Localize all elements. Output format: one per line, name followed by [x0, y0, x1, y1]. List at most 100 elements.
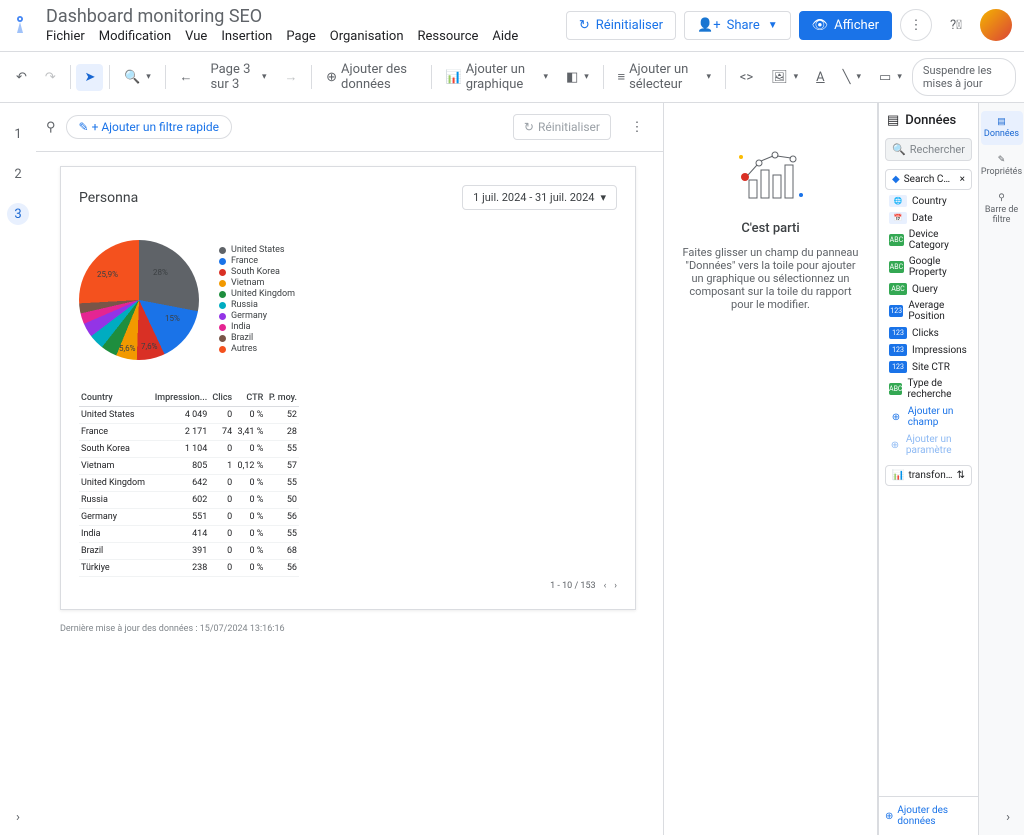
field-item[interactable]: 123Average Position [885, 298, 972, 324]
looker-studio-logo[interactable] [12, 13, 36, 37]
add-selector-button[interactable]: ≡ Ajouter un sélecteur▾ [609, 56, 719, 98]
suspend-updates-button[interactable]: Suspendre les mises à jour [912, 58, 1016, 96]
data-panel-icon: ▤ [887, 113, 899, 128]
line-button[interactable]: ╲▾ [835, 64, 869, 91]
field-item[interactable]: ABCGoogle Property [885, 254, 972, 280]
data-panel: ▤ Données 🔍 Rechercher ◆Search Console ht… [878, 103, 978, 835]
prev-page[interactable]: ← [171, 63, 200, 91]
share-button[interactable]: 👤+Share▼ [684, 11, 791, 40]
zoom-tool[interactable]: 🔍▾ [116, 64, 159, 91]
reset-button[interactable]: ↻Réinitialiser [566, 11, 676, 40]
side-tab-data[interactable]: ▤Données [981, 111, 1023, 145]
add-param[interactable]: ⊕Ajouter un paramètre [885, 432, 972, 458]
image-button[interactable]: 🖼▾ [763, 64, 806, 91]
add-data-button[interactable]: ⊕ Ajouter des données [318, 56, 425, 98]
pointer-tool[interactable]: ➤ [76, 64, 103, 91]
legend-item[interactable]: South Korea [219, 267, 295, 277]
legend-item[interactable]: Autres [219, 344, 295, 354]
shape-button[interactable]: ▭▾ [871, 64, 910, 91]
intro-body: Faites glisser un champ du panneau "Donn… [680, 246, 861, 311]
page-thumbnails: 1 2 3 › [0, 103, 36, 835]
field-item[interactable]: 123Site CTR [885, 359, 972, 375]
report-canvas[interactable]: Personna 1 juil. 2024 - 31 juil. 2024▾ 2… [60, 166, 636, 610]
chart-legend: United StatesFranceSouth KoreaVietnamUni… [219, 245, 295, 355]
page-tab-1[interactable]: 1 [7, 123, 29, 145]
filter-icon[interactable]: ⚲ [46, 120, 56, 135]
table-row[interactable]: United Kingdom64200 %55 [79, 475, 299, 492]
page-indicator[interactable]: Page 3 sur 3▾ [202, 56, 274, 98]
field-item[interactable]: ABCQuery [885, 281, 972, 297]
table-row[interactable]: France2 171743,41 %28 [79, 424, 299, 441]
data-panel-title: Données [905, 113, 956, 128]
field-item[interactable]: 🌐Country [885, 193, 972, 209]
community-viz-button[interactable]: ◧▾ [558, 64, 597, 91]
data-search[interactable]: 🔍 Rechercher [885, 138, 972, 161]
table-row[interactable]: Germany55100 %56 [79, 509, 299, 526]
menu-insertion[interactable]: Insertion [221, 29, 272, 44]
data-table[interactable]: CountryImpression...ClicsCTRP. moy. Unit… [79, 390, 299, 577]
legend-item[interactable]: Germany [219, 311, 295, 321]
table-row[interactable]: South Korea1 10400 %55 [79, 441, 299, 458]
reset-filters-button[interactable]: ↻ Réinitialiser [513, 114, 611, 140]
page-tabs-expand[interactable]: › [16, 810, 20, 825]
field-item[interactable]: 123Impressions [885, 342, 972, 358]
text-button[interactable]: A [808, 64, 832, 91]
menu-vue[interactable]: Vue [185, 29, 207, 44]
table-row[interactable]: Türkiye23800 %56 [79, 560, 299, 577]
pie-label-vn: 5,6% [119, 344, 135, 353]
menu-ressource[interactable]: Ressource [418, 29, 479, 44]
help-icon[interactable]: ?⃝ [940, 9, 972, 41]
menu-modification[interactable]: Modification [99, 29, 171, 44]
side-tab-properties[interactable]: ✎Propriétés [981, 149, 1023, 183]
redo-button[interactable]: ↷ [37, 64, 64, 91]
user-avatar[interactable] [980, 9, 1012, 41]
pie-chart[interactable] [79, 240, 199, 360]
undo-button[interactable]: ↶ [8, 64, 35, 91]
table-pager[interactable]: 1 - 10 / 153 ‹ › [79, 581, 617, 591]
date-range-selector[interactable]: 1 juil. 2024 - 31 juil. 2024▾ [462, 185, 617, 210]
table-row[interactable]: United States4 04900 %52 [79, 407, 299, 424]
view-button[interactable]: 👁Afficher [799, 11, 892, 40]
pager-next[interactable]: › [614, 581, 617, 591]
menu-fichier[interactable]: Fichier [46, 29, 85, 44]
intro-illustration [731, 145, 811, 205]
add-quick-filter[interactable]: ✎ + Ajouter un filtre rapide [66, 115, 232, 139]
field-item[interactable]: ABCType de recherche [885, 376, 972, 402]
document-title[interactable]: Dashboard monitoring SEO [46, 6, 566, 27]
menu-aide[interactable]: Aide [492, 29, 518, 44]
more-options-button[interactable]: ⋮ [900, 9, 932, 41]
legend-item[interactable]: Brazil [219, 333, 295, 343]
menu-page[interactable]: Page [286, 29, 315, 44]
pager-prev[interactable]: ‹ [604, 581, 607, 591]
table-row[interactable]: Vietnam80510,12 %57 [79, 458, 299, 475]
menu-organisation[interactable]: Organisation [330, 29, 404, 44]
legend-item[interactable]: India [219, 322, 295, 332]
table-row[interactable]: India41400 %55 [79, 526, 299, 543]
next-page[interactable]: → [276, 63, 305, 91]
pie-label-us: 28% [153, 268, 168, 277]
side-tab-filter[interactable]: ⚲Barre de filtre [981, 187, 1023, 231]
pie-label-other: 25,9% [97, 270, 118, 279]
field-item[interactable]: ABCDevice Category [885, 227, 972, 253]
filter-more[interactable]: ⋮ [621, 111, 653, 143]
menu-bar: Fichier Modification Vue Insertion Page … [46, 29, 566, 44]
legend-item[interactable]: Russia [219, 300, 295, 310]
pie-label-sk: 7,6% [141, 342, 157, 351]
embed-button[interactable]: <> [732, 64, 761, 91]
legend-item[interactable]: United Kingdom [219, 289, 295, 299]
pager-label: 1 - 10 / 153 [550, 581, 595, 591]
data-source[interactable]: ◆Search Console htt...× [885, 169, 972, 190]
legend-item[interactable]: United States [219, 245, 295, 255]
side-tabs-collapse[interactable]: › [1006, 810, 1010, 825]
page-tab-3[interactable]: 3 [7, 203, 29, 225]
page-tab-2[interactable]: 2 [7, 163, 29, 185]
field-item[interactable]: 123Clicks [885, 325, 972, 341]
legend-item[interactable]: France [219, 256, 295, 266]
table-row[interactable]: Brazil39100 %68 [79, 543, 299, 560]
add-chart-button[interactable]: 📊 Ajouter un graphique▾ [438, 56, 556, 98]
legend-item[interactable]: Vietnam [219, 278, 295, 288]
blend-source[interactable]: 📊transfonumerique...⇅ [885, 465, 972, 486]
add-field[interactable]: ⊕Ajouter un champ [885, 404, 972, 430]
field-item[interactable]: 📅Date [885, 210, 972, 226]
table-row[interactable]: Russia60200 %50 [79, 492, 299, 509]
